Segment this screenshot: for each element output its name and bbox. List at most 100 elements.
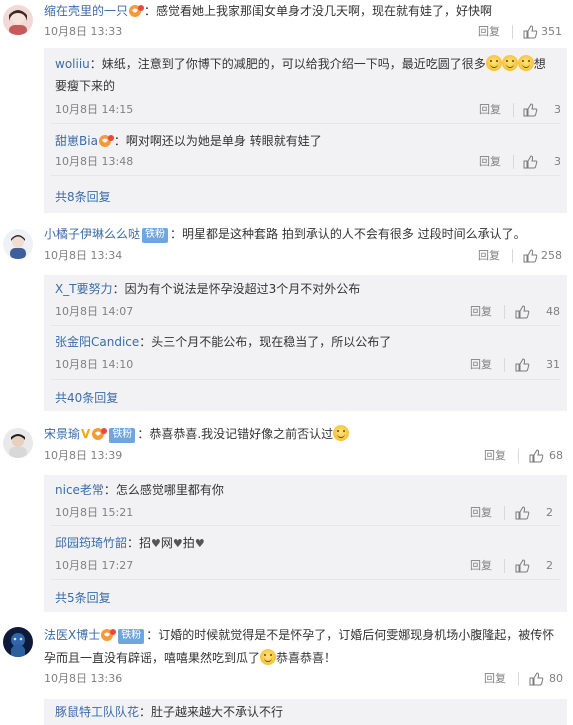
username-link[interactable]: 缩在壳里的一只 (44, 4, 128, 18)
emoji-icon (517, 55, 534, 71)
user-avatar[interactable] (3, 428, 33, 458)
reply-meta: 10月8日 14:10 回复 31 (55, 356, 567, 374)
reply-text: X_T要努力：因为有个说法是怀孕没超过3个月不对外公布 (55, 279, 561, 299)
fan-badge: 铁粉 (118, 629, 145, 644)
emoji-icon (501, 55, 518, 71)
comment-text-line: 宋景瑜V 铁粉 ：恭喜恭喜.我没记错好像之前否认过 (44, 425, 567, 443)
user-avatar[interactable] (3, 5, 33, 35)
thumbs-up-icon[interactable] (514, 505, 530, 521)
reply-text-part: ：啊对啊还以为她是单身 转眼就有娃了 (113, 134, 322, 148)
reply-list: nice老常：怎么感觉哪里都有你 10月8日 15:21 回复 2 邱园筠琦竹韶… (44, 475, 567, 612)
timestamp: 10月8日 13:39 (44, 449, 123, 462)
reply-button[interactable]: 回复 (470, 303, 492, 321)
reply-meta: 10月8日 17:27 回复 2 (55, 557, 567, 575)
divider (513, 155, 514, 169)
like-count: 3 (554, 103, 561, 116)
thumbs-up-icon[interactable] (522, 248, 538, 264)
reply-button[interactable]: 回复 (470, 504, 492, 522)
reply-text-line2: 要瘦下来的 (55, 79, 116, 93)
reply-text-part: ：妹纸，注意到了你博下的减肥的，可以给我介绍一下吗，最近吃圆了很多 (89, 57, 486, 71)
vip-badge-icon (98, 134, 114, 148)
username-link[interactable]: 法医X博士 (44, 628, 100, 642)
fan-badge: 铁粉 (109, 428, 136, 443)
comment-meta: 10月8日 13:33 回复 351 (44, 23, 573, 41)
divider (51, 123, 560, 124)
thumbs-up-icon[interactable] (514, 357, 530, 373)
comment-text-part: 孕而且一直没有辟谣，嘻嘻果然吃到瓜了 (44, 651, 261, 665)
reply-button[interactable]: 回复 (470, 356, 492, 374)
timestamp: 10月8日 13:48 (55, 155, 134, 168)
comment-text-line: 小橘子伊琳么么哒 铁粉 ：明星都是这种套路 拍到承认的人不会有很多 过段时间么承认了… (44, 225, 567, 243)
user-avatar[interactable] (3, 229, 33, 259)
username-link[interactable]: 小橘子伊琳么么哒 (44, 227, 140, 241)
fan-badge: 铁粉 (142, 228, 169, 243)
username-link[interactable]: 甜崽Bia (55, 134, 98, 148)
reply-button[interactable]: 回复 (478, 23, 500, 41)
divider (504, 358, 505, 372)
reply-button[interactable]: 回复 (484, 447, 506, 465)
thumbs-up-icon[interactable] (528, 671, 544, 687)
reply-button[interactable]: 回复 (479, 101, 501, 119)
divider (518, 449, 519, 463)
like-count: 80 (549, 672, 563, 685)
more-replies-link[interactable]: 共5条回复 (55, 589, 111, 606)
thumbs-up-icon[interactable] (514, 558, 530, 574)
reply-text: 豚鼠特工队队花：肚子越来越大不承认不行 (55, 702, 561, 722)
username-link[interactable]: nice老常 (55, 483, 104, 497)
like-count: 351 (541, 25, 562, 38)
emoji-icon (260, 649, 277, 665)
reply-text-part: ：怎么感觉哪里都有你 (103, 483, 224, 497)
username-link[interactable]: X_T要努力 (55, 282, 113, 296)
reply-text-part: 想 (533, 57, 546, 71)
reply-list: X_T要努力：因为有个说法是怀孕没超过3个月不对外公布 10月8日 14:07 … (44, 275, 567, 411)
divider (504, 559, 505, 573)
username-link[interactable]: 张金阳Candice (55, 335, 139, 349)
reply-button[interactable]: 回复 (470, 557, 492, 575)
reply-meta: 10月8日 15:21 回复 2 (55, 504, 567, 522)
divider (504, 305, 505, 319)
username-link[interactable]: woliiu (55, 57, 90, 71)
like-count: 48 (546, 305, 560, 318)
divider (51, 525, 560, 526)
reply-button[interactable]: 回复 (478, 247, 500, 265)
timestamp: 10月8日 14:07 (55, 305, 134, 318)
comment-text-line: 法医X博士 铁粉 ：订婚的时候就觉得是不是怀孕了，订婚后何雯娜现身机场小腹隆起，被传… (44, 626, 567, 644)
more-replies-link[interactable]: 共40条回复 (55, 389, 118, 406)
user-avatar[interactable] (3, 627, 33, 657)
username-link[interactable]: 宋景瑜 (44, 427, 80, 441)
timestamp: 10月8日 17:27 (55, 559, 134, 572)
like-count: 2 (546, 559, 553, 572)
divider (513, 103, 514, 117)
reply-text: 张金阳Candice：头三个月不能公布，现在稳当了，所以公布了 (55, 332, 561, 352)
username-link[interactable]: 豚鼠特工队队花 (55, 705, 139, 719)
vip-badge-icon (100, 628, 117, 642)
reply-text: 甜崽Bia ：啊对啊还以为她是单身 转眼就有娃了 (55, 131, 561, 151)
emoji-icon (333, 425, 350, 441)
more-replies-link[interactable]: 共8条回复 (55, 188, 111, 205)
thumbs-up-icon[interactable] (522, 102, 538, 118)
divider (512, 249, 513, 263)
thumbs-up-icon[interactable] (514, 304, 530, 320)
heart-icon: ♥ (151, 537, 161, 550)
reply-button[interactable]: 回复 (484, 670, 506, 688)
thumbs-up-icon[interactable] (522, 24, 538, 40)
timestamp: 10月8日 13:33 (44, 25, 123, 38)
timestamp: 10月8日 15:21 (55, 506, 134, 519)
username-link[interactable]: 邱园筠琦竹韶 (55, 536, 127, 550)
heart-icon: ♥ (172, 537, 183, 550)
heart-icon: ♥ (194, 537, 205, 550)
comment-text-part: 恭喜恭喜！ (276, 651, 337, 665)
reply-text: woliiu：妹纸，注意到了你博下的减肥的，可以给我介绍一下吗，最近吃圆了很多 想 (55, 54, 561, 74)
divider (512, 25, 513, 39)
comment-text: ：订婚的时候就觉得是不是怀孕了，订婚后何雯娜现身机场小腹隆起，被传怀 (146, 628, 555, 642)
comment-text: ：感觉看她上我家那闺女单身才没几天啊，现在就有娃了，好快啊 (144, 4, 493, 18)
divider (51, 175, 560, 176)
thumbs-up-icon[interactable] (528, 448, 544, 464)
comment-text-line2: 孕而且一直没有辟谣，嘻嘻果然吃到瓜了 恭喜恭喜！ (44, 649, 567, 667)
timestamp: 10月8日 13:34 (44, 249, 123, 262)
reply-button[interactable]: 回复 (479, 153, 501, 171)
thumbs-up-icon[interactable] (522, 154, 538, 170)
divider (518, 672, 519, 686)
vip-badge-icon (128, 4, 145, 18)
reply-text-part: ：招 (127, 536, 152, 550)
